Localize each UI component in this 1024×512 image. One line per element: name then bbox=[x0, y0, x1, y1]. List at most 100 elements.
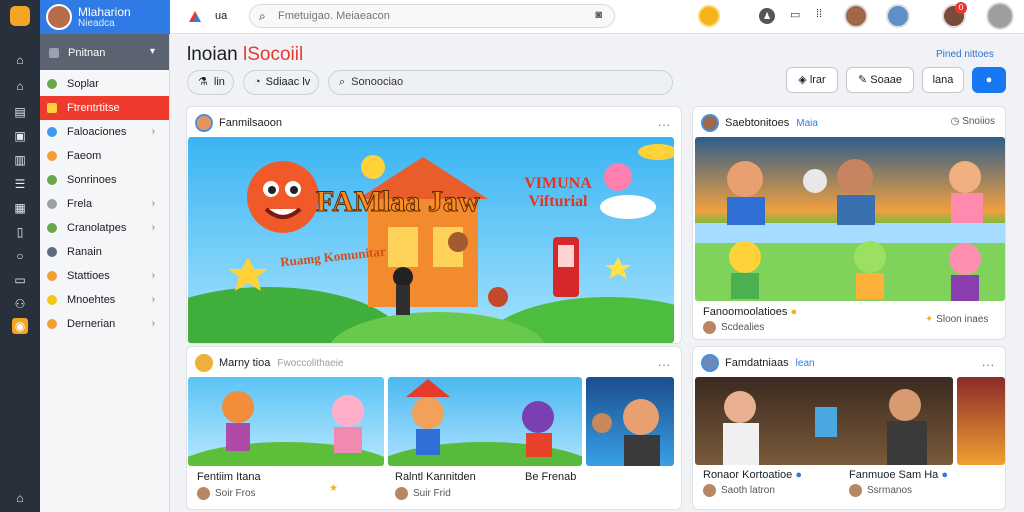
chevron-right-icon[interactable]: › bbox=[152, 216, 155, 240]
avatar[interactable] bbox=[701, 114, 719, 133]
sidebar-item-icon bbox=[47, 127, 57, 137]
avatar[interactable] bbox=[195, 354, 213, 373]
circle-icon[interactable]: ○ bbox=[12, 248, 28, 264]
post-caption-1[interactable]: Ronaor Kortoatioe ● bbox=[703, 469, 802, 481]
post-author[interactable]: Fanmilsaoon bbox=[219, 117, 282, 129]
post-image-1[interactable] bbox=[695, 377, 953, 465]
chevron-down-icon[interactable]: ▾ bbox=[150, 46, 155, 57]
thumb-meta-1: Soir Fros bbox=[197, 487, 256, 500]
thumb-title-2[interactable]: Ralntl Kannitden bbox=[395, 471, 476, 483]
more-options-icon[interactable]: ... bbox=[982, 355, 995, 369]
avatar[interactable] bbox=[46, 4, 72, 30]
views-icon: ◷ bbox=[950, 116, 963, 127]
chevron-right-icon[interactable]: › bbox=[152, 312, 155, 336]
profile-name: Mlaharion bbox=[78, 5, 131, 19]
messages-icon[interactable]: ▭ bbox=[790, 8, 800, 21]
tablet-icon[interactable]: ▥ bbox=[12, 152, 28, 168]
avatar[interactable] bbox=[195, 114, 213, 133]
post-banner-image[interactable]: FAMlaa Jaw VIMUNA Vifturial Ruamg Komuni… bbox=[188, 137, 674, 343]
coin-icon[interactable] bbox=[698, 5, 720, 27]
chevron-right-icon[interactable]: › bbox=[152, 288, 155, 312]
sidebar-item-label: Ranain bbox=[67, 246, 102, 258]
post-image[interactable] bbox=[695, 137, 1005, 301]
profile-header[interactable]: Mlaharion Nieadca bbox=[40, 0, 170, 34]
sidebar-item-icon bbox=[47, 199, 57, 209]
avatar bbox=[395, 487, 408, 500]
search-input[interactable] bbox=[278, 8, 578, 24]
feed-search-text: Sonoociao bbox=[351, 76, 404, 88]
post-author[interactable]: Marny tioa bbox=[219, 357, 270, 369]
account-avatar[interactable] bbox=[986, 2, 1014, 30]
post-image-2[interactable] bbox=[957, 377, 1005, 465]
thumb-meta-1-text: Soir Fros bbox=[215, 488, 256, 500]
sidebar-item-label: Faloaciones bbox=[67, 126, 127, 138]
avatar bbox=[849, 484, 862, 497]
sidebar-item[interactable]: Ranain bbox=[40, 240, 169, 264]
contact-avatar-2[interactable] bbox=[886, 4, 910, 28]
chevron-right-icon[interactable]: › bbox=[152, 192, 155, 216]
box-icon[interactable]: ▭ bbox=[12, 272, 28, 288]
sidebar-item[interactable]: Cranolatpes › bbox=[40, 216, 169, 240]
filter-icon: ⚗ bbox=[198, 76, 208, 88]
sidebar-item[interactable]: Faeom bbox=[40, 144, 169, 168]
action-button-3-label: lana bbox=[932, 74, 954, 86]
settings-home-icon[interactable]: ⌂ bbox=[12, 490, 28, 506]
filter-button-2[interactable]: ◔ Sdiaac lv bbox=[243, 70, 319, 95]
chevron-right-icon[interactable]: › bbox=[152, 264, 155, 288]
post-author[interactable]: Famdatniaas bbox=[725, 357, 789, 369]
more-options-icon[interactable]: ... bbox=[658, 115, 671, 129]
sidebar-item-label: Sonrinoes bbox=[67, 174, 117, 186]
thumb-meta-2-text: Suir Frid bbox=[413, 488, 451, 500]
thumb-title-3[interactable]: Be Frenab bbox=[525, 471, 576, 483]
thumb-image-3[interactable] bbox=[586, 377, 674, 466]
user-icon[interactable]: ♟ bbox=[759, 8, 775, 24]
document-icon[interactable]: ▯ bbox=[12, 224, 28, 240]
photo-icon[interactable]: ▣ bbox=[12, 128, 28, 144]
sidebar-header[interactable]: Pnitnan ▾ bbox=[40, 34, 169, 70]
notifications-button[interactable]: ● bbox=[972, 67, 1006, 93]
thumb-image-1[interactable] bbox=[188, 377, 384, 466]
action-button-2[interactable]: ✎ Soaae bbox=[846, 67, 914, 93]
sidebar-item[interactable]: Stattioes › bbox=[40, 264, 169, 288]
action-button-1[interactable]: ◈ lrar bbox=[786, 67, 838, 93]
pinned-link[interactable]: Pined nittoes bbox=[936, 49, 994, 60]
action-button-2-label: Soaae bbox=[870, 74, 903, 86]
grid-menu-icon[interactable]: ⁞⁞ bbox=[816, 8, 822, 20]
people-icon[interactable]: ⚇ bbox=[12, 296, 28, 312]
sidebar-item[interactable]: Faloaciones › bbox=[40, 120, 169, 144]
home-icon[interactable]: ⌂ bbox=[12, 52, 28, 68]
search-bar[interactable]: ⌕ ◙ bbox=[249, 4, 615, 28]
chevron-right-icon[interactable]: › bbox=[152, 120, 155, 144]
more-options-icon[interactable]: ... bbox=[658, 355, 671, 369]
filter-button-1[interactable]: ⚗ lin bbox=[187, 70, 234, 95]
feed-search[interactable]: ⌕ Sonoociao bbox=[328, 70, 673, 95]
sidebar-item[interactable]: Dernerian › bbox=[40, 312, 169, 336]
list-icon[interactable]: ☰ bbox=[12, 176, 28, 192]
sidebar-item-label: Cranolatpes bbox=[67, 222, 127, 234]
camera-icon[interactable]: ◙ bbox=[595, 9, 602, 21]
contact-avatar-1[interactable] bbox=[844, 4, 868, 28]
house-icon[interactable]: ⌂ bbox=[12, 78, 28, 94]
games-icon[interactable]: ◉ bbox=[12, 318, 28, 334]
image-icon[interactable]: ▦ bbox=[12, 200, 28, 216]
sidebar-item[interactable]: Frela › bbox=[40, 192, 169, 216]
thumb-title-1[interactable]: Fentiim Itana bbox=[197, 471, 261, 483]
avatar[interactable] bbox=[701, 354, 719, 373]
sidebar-item[interactable]: Ftrentrtitse bbox=[40, 96, 169, 120]
post-caption[interactable]: Fanoomoolatioes ● bbox=[703, 306, 797, 318]
sidebar-item[interactable]: Sonrinoes bbox=[40, 168, 169, 192]
sidebar: Pnitnan ▾ Soplar Ftrentrtitse Faloaciones ›… bbox=[40, 34, 170, 512]
home-link[interactable]: ua bbox=[215, 10, 227, 22]
thumb-image-2[interactable] bbox=[388, 377, 582, 466]
post-author[interactable]: Saebtonitoes bbox=[725, 117, 789, 129]
clock-icon: ◔ bbox=[254, 76, 261, 88]
sidebar-item[interactable]: Mnoehtes › bbox=[40, 288, 169, 312]
sidebar-item[interactable]: Soplar bbox=[40, 72, 169, 96]
group-icon[interactable]: ▤ bbox=[12, 104, 28, 120]
star-icon: ★ bbox=[329, 483, 338, 494]
action-button-3[interactable]: lana bbox=[922, 67, 964, 93]
post-caption-2[interactable]: Fanmuoe Sam Ha ● bbox=[849, 469, 948, 481]
post-subtitle: Fwoccolithaeie bbox=[277, 358, 344, 369]
brand-logo-icon[interactable] bbox=[188, 9, 202, 23]
app-logo-icon[interactable] bbox=[10, 6, 30, 26]
